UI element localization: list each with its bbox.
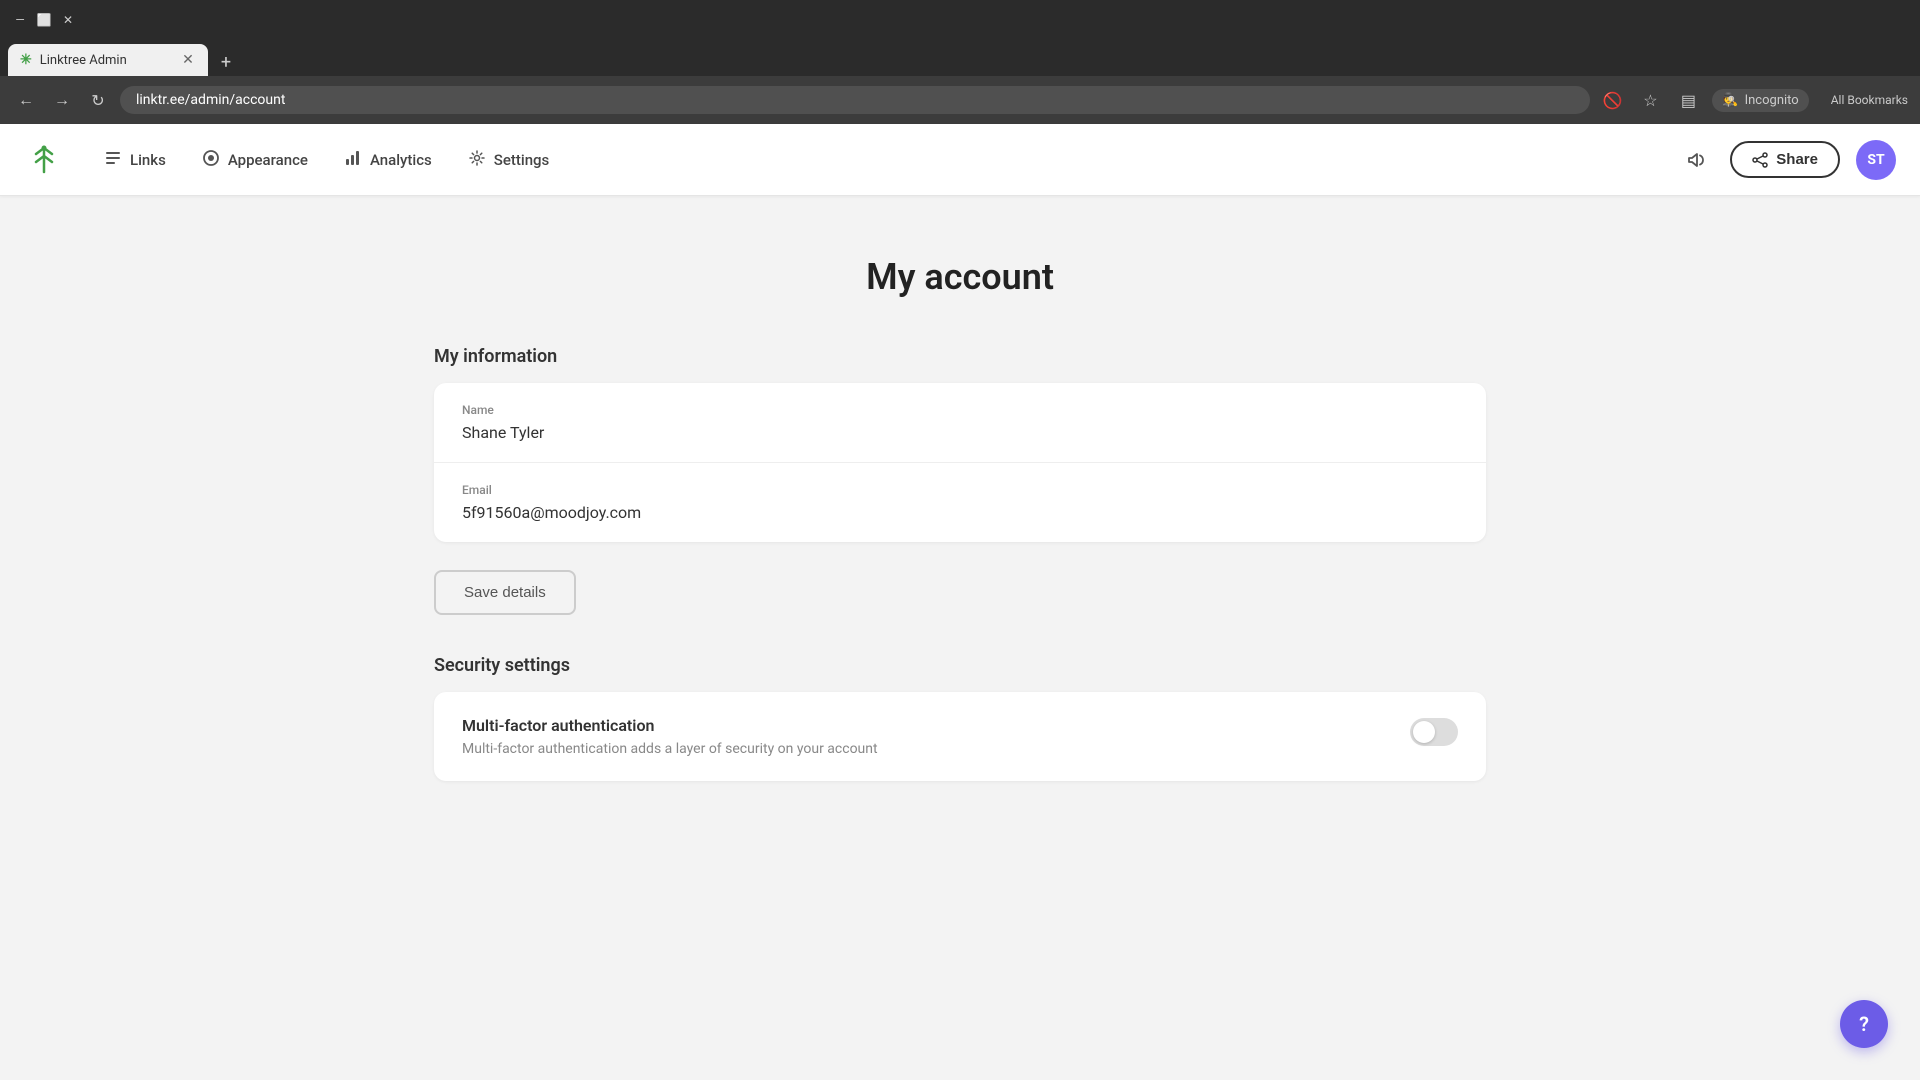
bookmarks-bar-label: All Bookmarks xyxy=(1831,93,1908,107)
security-card: Multi-factor authentication Multi-factor… xyxy=(434,692,1486,781)
avatar-initials: ST xyxy=(1867,152,1884,168)
my-information-section: My information Name Shane Tyler Email 5f… xyxy=(434,346,1486,615)
main-content: My account My information Name Shane Tyl… xyxy=(410,196,1510,861)
name-label: Name xyxy=(462,403,1458,417)
name-field: Name Shane Tyler xyxy=(434,383,1486,463)
mfa-text: Multi-factor authentication Multi-factor… xyxy=(462,716,878,757)
reload-button[interactable]: ↻ xyxy=(84,86,112,114)
incognito-icon: 🕵 xyxy=(1722,93,1738,108)
tab-favicon-icon: ✳ xyxy=(20,52,32,68)
security-section: Security settings Multi-factor authentic… xyxy=(434,655,1486,781)
nav-item-analytics[interactable]: Analytics xyxy=(328,141,448,179)
minimize-button[interactable]: — xyxy=(12,12,28,28)
nav-appearance-label: Appearance xyxy=(228,151,308,169)
name-value[interactable]: Shane Tyler xyxy=(462,423,1458,442)
incognito-label: Incognito xyxy=(1745,93,1799,108)
nav-analytics-label: Analytics xyxy=(370,151,432,169)
nav-links: Links Appearance Analytics Settings xyxy=(88,141,1678,179)
announcement-icon[interactable] xyxy=(1678,142,1714,178)
email-value[interactable]: 5f91560a@moodjoy.com xyxy=(462,503,1458,522)
nav-item-settings[interactable]: Settings xyxy=(452,141,566,179)
nav-item-appearance[interactable]: Appearance xyxy=(186,141,324,179)
my-information-heading: My information xyxy=(434,346,1486,367)
eye-slash-icon[interactable]: 🚫 xyxy=(1598,86,1626,114)
nav-right: Share ST xyxy=(1678,140,1896,180)
help-button[interactable]: ? xyxy=(1840,1000,1888,1048)
share-icon xyxy=(1752,152,1768,168)
new-tab-button[interactable]: + xyxy=(212,48,240,76)
browser-toolbar: ← → ↻ linktr.ee/admin/account 🚫 ☆ ▤ 🕵 In… xyxy=(0,76,1920,124)
settings-icon xyxy=(468,149,486,171)
email-field: Email 5f91560a@moodjoy.com xyxy=(434,463,1486,542)
tab-bar: ✳ Linktree Admin ✕ + xyxy=(0,40,1920,76)
url-text: linktr.ee/admin/account xyxy=(136,92,285,108)
page-title: My account xyxy=(434,256,1486,298)
links-icon xyxy=(104,149,122,171)
address-bar[interactable]: linktr.ee/admin/account xyxy=(120,86,1590,114)
app-wrapper: Links Appearance Analytics Settings xyxy=(0,124,1920,1080)
top-nav: Links Appearance Analytics Settings xyxy=(0,124,1920,196)
sidebar-icon[interactable]: ▤ xyxy=(1674,86,1702,114)
toggle-thumb xyxy=(1413,721,1435,743)
active-tab[interactable]: ✳ Linktree Admin ✕ xyxy=(8,44,208,76)
save-details-button[interactable]: Save details xyxy=(434,570,576,615)
appearance-icon xyxy=(202,149,220,171)
incognito-badge: 🕵 Incognito xyxy=(1712,89,1808,112)
forward-button[interactable]: → xyxy=(48,86,76,114)
analytics-icon xyxy=(344,149,362,171)
help-icon: ? xyxy=(1859,1012,1869,1036)
nav-item-links[interactable]: Links xyxy=(88,141,182,179)
mfa-title: Multi-factor authentication xyxy=(462,716,878,735)
maximize-button[interactable]: ⬜ xyxy=(36,12,52,28)
mfa-toggle[interactable] xyxy=(1410,718,1458,746)
mfa-description: Multi-factor authentication adds a layer… xyxy=(462,741,878,757)
bookmark-icon[interactable]: ☆ xyxy=(1636,86,1664,114)
security-heading: Security settings xyxy=(434,655,1486,676)
toolbar-actions: 🚫 ☆ ▤ 🕵 Incognito All Bookmarks xyxy=(1598,86,1908,114)
linktree-logo-icon xyxy=(28,144,60,176)
browser-chrome: — ⬜ ✕ ✳ Linktree Admin ✕ + ← → ↻ linktr.… xyxy=(0,0,1920,124)
share-button[interactable]: Share xyxy=(1730,141,1840,178)
back-button[interactable]: ← xyxy=(12,86,40,114)
mfa-row: Multi-factor authentication Multi-factor… xyxy=(434,692,1486,781)
email-label: Email xyxy=(462,483,1458,497)
avatar[interactable]: ST xyxy=(1856,140,1896,180)
nav-logo[interactable] xyxy=(24,140,64,180)
toggle-track[interactable] xyxy=(1410,718,1458,746)
window-controls: — ⬜ ✕ xyxy=(12,12,76,28)
tab-title: Linktree Admin xyxy=(40,53,172,68)
browser-titlebar: — ⬜ ✕ xyxy=(0,0,1920,40)
close-button[interactable]: ✕ xyxy=(60,12,76,28)
tab-close-button[interactable]: ✕ xyxy=(180,52,196,68)
my-information-card: Name Shane Tyler Email 5f91560a@moodjoy.… xyxy=(434,383,1486,542)
share-button-label: Share xyxy=(1776,151,1818,168)
nav-links-label: Links xyxy=(130,151,166,169)
nav-settings-label: Settings xyxy=(494,151,550,169)
